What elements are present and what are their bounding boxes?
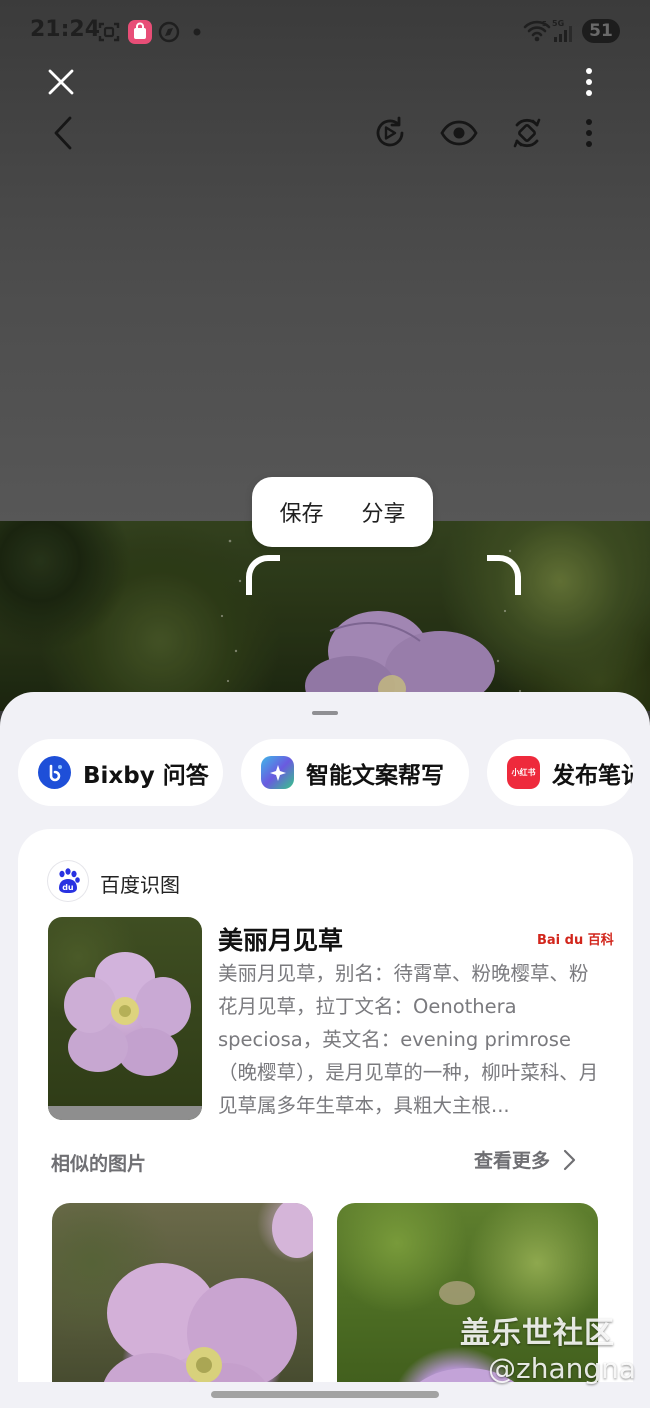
replay-icon	[376, 116, 404, 147]
home-indicator[interactable]	[211, 1391, 439, 1398]
chip-bixby-label: Bixby 问答	[83, 762, 209, 789]
xiaohongshu-icon-text: 小红书	[511, 768, 536, 777]
watermark-user: @zhangna	[488, 1352, 637, 1385]
notification-dot-icon	[193, 28, 201, 36]
status-time: 21:24	[30, 17, 101, 42]
baidu-paw-icon: du	[48, 861, 88, 901]
photo-dim-overlay	[0, 521, 650, 711]
rotate-icon	[513, 118, 541, 148]
more-vertical-icon	[586, 68, 592, 96]
similar-images-title: 相似的图片	[51, 1153, 147, 1175]
share-button[interactable]: 分享	[362, 496, 406, 528]
scan-icon	[98, 22, 120, 42]
svg-text:du: du	[62, 883, 74, 892]
baidu-baike-logo: Bai du 百科	[537, 933, 614, 948]
thumbnail-bottom-bar	[48, 1106, 202, 1120]
sheet-drag-handle[interactable]	[312, 711, 338, 715]
similar-image-1[interactable]	[52, 1203, 313, 1408]
bixby-icon	[38, 756, 71, 789]
chevron-right-icon	[563, 1149, 576, 1170]
watermark-title: 盖乐世社区	[460, 1316, 615, 1351]
chip-ai-writer[interactable]: 智能文案帮写	[241, 739, 469, 806]
result-description[interactable]: 美丽月见草，别名：待霄草、粉晚樱草、粉花月见草，拉丁文名：Oenothera s…	[218, 957, 600, 1125]
rotate-button[interactable]	[507, 113, 547, 153]
edge-icon	[158, 21, 180, 43]
top-menu-button[interactable]	[574, 63, 604, 101]
source-name: 百度识图	[100, 873, 180, 897]
xiaohongshu-icon: 小红书	[507, 756, 540, 789]
chip-ai-writer-label: 智能文案帮写	[306, 762, 444, 789]
camera-overlay-top	[0, 0, 650, 522]
similar-image-1-flower	[102, 1203, 313, 1408]
save-button[interactable]: 保存	[279, 496, 323, 528]
replay-button[interactable]	[370, 113, 410, 153]
chip-bixby[interactable]: Bixby 问答	[18, 739, 223, 806]
results-bottom-sheet: Bixby 问答 智能文案帮写 小红书 发布笔记 du 百度识图 美丽月见草 B…	[0, 692, 650, 1408]
view-more-label: 查看更多	[474, 1150, 551, 1172]
battery-indicator: 51	[582, 19, 620, 43]
close-button[interactable]	[43, 64, 79, 100]
crop-corner-top-left[interactable]	[246, 555, 280, 595]
result-title[interactable]: 美丽月见草	[218, 921, 343, 957]
chip-xiaohongshu-label: 发布笔记	[552, 762, 633, 789]
view-more-link[interactable]: 查看更多	[474, 1146, 576, 1173]
chevron-left-icon	[54, 116, 72, 150]
toolbar-menu-button[interactable]	[574, 113, 604, 153]
thumbnail-flower	[64, 952, 191, 1076]
eye-icon	[440, 120, 478, 146]
wifi-icon: 5	[523, 20, 551, 42]
save-share-popup: 保存 分享	[252, 477, 433, 547]
close-icon	[48, 69, 74, 95]
more-vertical-icon	[586, 119, 592, 147]
shopping-bag-icon	[128, 20, 152, 44]
result-thumbnail[interactable]	[48, 917, 202, 1120]
view-button[interactable]	[438, 113, 480, 153]
ai-writer-icon	[261, 756, 294, 789]
status-bar: 21:24 5 5G 51	[0, 0, 650, 62]
cellular-signal-icon: 5G	[552, 19, 572, 42]
chip-xiaohongshu[interactable]: 小红书 发布笔记	[487, 739, 633, 806]
svg-text:5G: 5G	[552, 19, 564, 28]
back-button[interactable]	[45, 112, 81, 154]
svg-text:5: 5	[542, 20, 547, 28]
